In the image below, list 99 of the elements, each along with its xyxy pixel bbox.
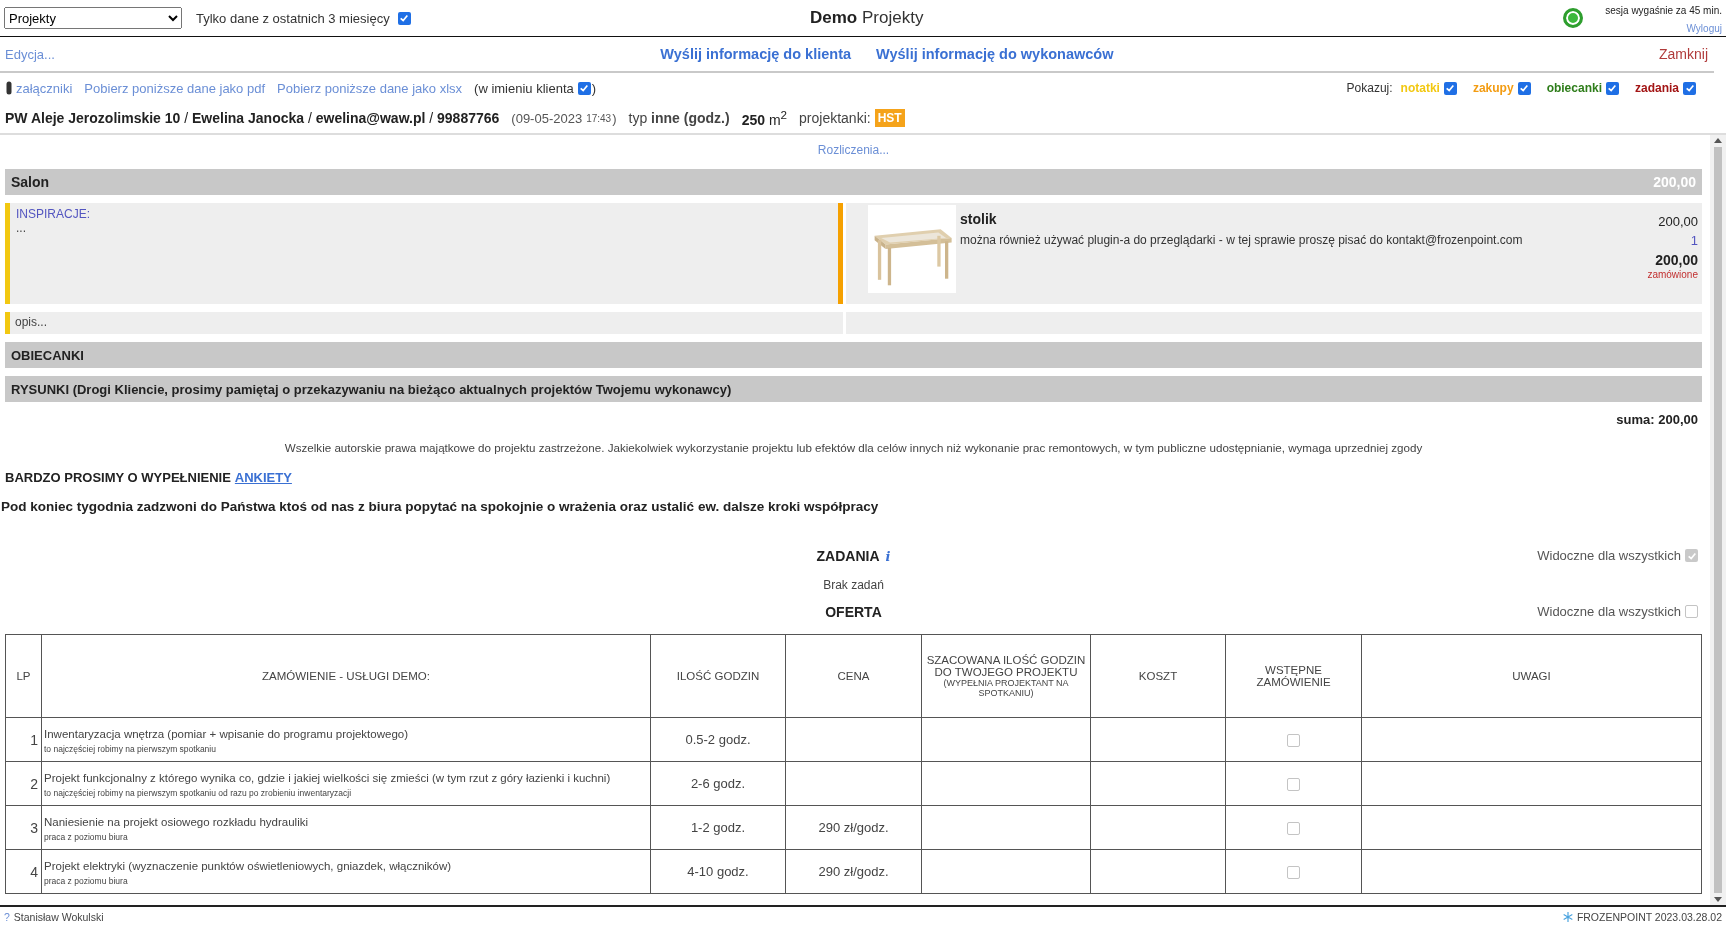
scrollbar[interactable] [1710, 135, 1726, 905]
table-cell: 2 [5, 761, 42, 806]
description-text: opis... [15, 315, 47, 329]
column-header: ILOŚĆ GODZIN [650, 634, 786, 718]
product-note: można również używać plugin-a do przeglądarki - w tej sprawie proszę pisać do kontakt@frozenpoint.com [960, 233, 1523, 247]
version-text: FROZENPOINT 2023.03.28.02 [1576, 911, 1722, 923]
column-header: WSTĘPNE ZAMÓWIENIE [1225, 634, 1362, 718]
service-note: to najczęściej robimy na pierwszym spotkaniu od razu po zrobieniu inwentaryzacji [44, 787, 353, 798]
section-title: RYSUNKI (Drogi Kliencie, prosimy pamiętaj o przekazywaniu na bieżąco aktualnych projektów Twojemu wykonawcy) [11, 381, 732, 397]
product-quantity: 1 [1690, 233, 1698, 248]
table-cell: 3 [5, 805, 42, 850]
column-header: UWAGI [1361, 634, 1702, 718]
checkbox[interactable] [1606, 81, 1619, 95]
filter-label: obiecanki [1546, 81, 1602, 95]
download-link[interactable]: Pobierz poniższe dane jako xlsx [277, 80, 463, 96]
column-header: KOSZT [1090, 634, 1226, 718]
checkbox[interactable] [1443, 81, 1457, 95]
paperclip-icon [6, 81, 12, 95]
paren-text: ) [612, 110, 617, 126]
checkbox[interactable] [1287, 822, 1300, 836]
table-cell: 290 zł/godz. [785, 805, 922, 850]
checkbox[interactable] [1683, 81, 1696, 95]
scroll-down-icon[interactable] [1714, 897, 1722, 902]
product-price: 200,00 [1658, 214, 1698, 229]
table-cell: 290 zł/godz. [785, 849, 922, 894]
sum-text: suma: 200,00 [1616, 412, 1698, 427]
designer-badge: HST [874, 109, 905, 127]
on-behalf-label: (w imieniu klienta [474, 80, 574, 96]
visibility-label: Widoczne dla wszystkich [1537, 548, 1681, 563]
brand-title: Demo [810, 8, 858, 27]
product-sum: 200,00 [1655, 252, 1698, 268]
checkbox[interactable] [1685, 605, 1698, 618]
session-note: sesja wygaśnie za 45 min. [1605, 4, 1722, 16]
product-name: stolik [960, 211, 997, 227]
tasks-title: ZADANIA [816, 548, 880, 564]
section-title: OBIECANKI [11, 347, 84, 363]
edit-link[interactable]: Edycja... [5, 46, 55, 62]
checkbox[interactable] [397, 11, 411, 25]
send-link[interactable]: Wyślij informację do klienta [660, 46, 852, 62]
order-status: zamówione [1647, 269, 1698, 280]
call-note: Pod koniec tygodnia zadzwoni do Państwa ktoś od nas z biura popytać na spokojnie o wrażenia oraz ustalić ew. dalsze kroki współpracy [1, 499, 879, 514]
service-note: praca z poziomu biura [44, 875, 129, 886]
survey-link[interactable]: ANKIETY [234, 470, 292, 485]
copyright-note: Wszelkie autorskie prawa majątkowe do projektu zastrzeżone. Jakiekolwiek wykorzystanie projektu lub efektów dla celów innych niż wykonanie prac remontowych, w tym publiczne udostępnianie, wymaga uprzedniej zgody [284, 441, 1423, 454]
column-header: CENA [785, 634, 922, 718]
visibility-label: Widoczne dla wszystkich [1537, 604, 1681, 619]
info-icon[interactable]: i [885, 548, 891, 564]
area-text: 250 m$^{2}$ [741, 108, 788, 128]
empty-text: Brak zadań [823, 578, 884, 592]
billing-link[interactable]: Rozliczenia... [817, 143, 890, 157]
column-title: SZACOWANA ILOŚĆ GODZIN DO TWOJEGO PROJEKTU [925, 654, 1087, 678]
checkbox[interactable] [1287, 734, 1300, 748]
table-cell: 4 [5, 849, 42, 894]
time-text: 17:43 [586, 112, 612, 124]
survey-text: BARDZO PROSIMY O WYPEŁNIENIE [5, 470, 231, 485]
user-name: Stanisław Wokulski [13, 911, 104, 923]
service-title: Naniesienie na projekt osiowego rozkładu hydrauliki [44, 815, 308, 828]
column-header: LP [5, 634, 42, 718]
type-text: typ inne (godz.) [628, 110, 730, 126]
checkbox[interactable] [1287, 778, 1300, 792]
page-title: Projekty [861, 8, 924, 27]
offer-title: OFERTA [825, 604, 882, 620]
checkbox[interactable] [1287, 866, 1300, 880]
project-select[interactable]: Projekty [4, 7, 182, 29]
logout-link[interactable]: Wyloguj [1686, 22, 1722, 34]
close-link[interactable]: Zamknij [1659, 46, 1708, 62]
table-cell: 0.5-2 godz. [650, 717, 786, 762]
filter-label: zadania [1635, 81, 1679, 95]
client-details: PW Aleje Jerozolimskie 10 / Ewelina Janocka / ewelina@waw.pl / 99887766 [5, 110, 500, 126]
send-link[interactable]: Wyślij informację do wykonawców [876, 46, 1114, 62]
service-note: to najczęściej robimy na pierwszym spotkaniu [44, 743, 217, 754]
inspiration-text: ... [16, 221, 27, 235]
help-icon[interactable]: ? [4, 911, 10, 923]
date-text: (09-05-2023 [511, 110, 583, 126]
service-note: praca z poziomu biura [44, 831, 129, 842]
designers-label: projektanki: [799, 110, 871, 126]
service-title: Inwentaryzacja wnętrza (pomiar + wpisanie do programu projektowego) [44, 727, 409, 740]
filter-label: zakupy [1472, 81, 1514, 95]
table-cell: 1-2 godz. [650, 805, 786, 850]
attachments-link[interactable]: załączniki [16, 80, 73, 96]
service-title: Projekt funkcjonalny z którego wynika co, gdzie i jakiej wielkości się zmieści (w tym rzut z góry łazienki i kuchni) [44, 771, 611, 784]
show-label: Pokazuj: [1346, 81, 1393, 95]
column-header: ZAMÓWIENIE - USŁUGI DEMO: [41, 634, 651, 718]
table-cell: 4-10 godz. [650, 849, 786, 894]
column-subtitle: (WYPEŁNIA PROJEKTANT NA SPOTKANIU) [942, 678, 1070, 698]
filter-label: notatki [1400, 81, 1440, 95]
service-title: Projekt elektryki (wyznaczenie punktów oświetleniowych, gniazdek, włączników) [44, 859, 452, 872]
download-link[interactable]: Pobierz poniższe dane jako pdf [84, 80, 266, 96]
table-cell: 2-6 godz. [650, 761, 786, 806]
recent-filter-label: Tylko dane z ostatnich 3 miesięcy [196, 10, 390, 26]
checkbox[interactable] [577, 81, 591, 95]
scroll-up-icon[interactable] [1714, 138, 1722, 143]
room-name: Salon [11, 174, 50, 190]
checkbox[interactable] [1517, 81, 1531, 95]
table-cell: 1 [5, 717, 42, 762]
checkbox[interactable] [1685, 549, 1698, 562]
inspiration-label: INSPIRACJE: [16, 207, 91, 221]
paren-text: ) [591, 80, 597, 96]
snowflake-icon [1562, 912, 1573, 922]
